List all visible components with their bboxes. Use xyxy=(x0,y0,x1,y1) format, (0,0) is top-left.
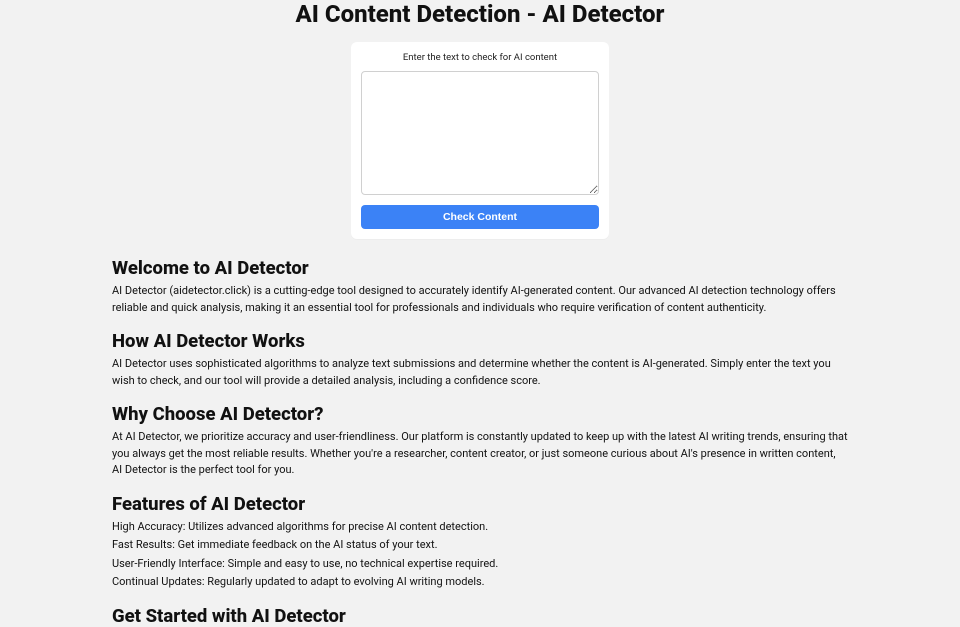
input-label: Enter the text to check for AI content xyxy=(361,52,599,63)
section-body-welcome: AI Detector (aidetector.click) is a cutt… xyxy=(112,283,848,316)
feature-line-4: Continual Updates: Regularly updated to … xyxy=(112,574,848,591)
page-title: AI Content Detection - AI Detector xyxy=(20,0,940,28)
section-heading-how: How AI Detector Works xyxy=(112,330,848,352)
section-body-why: At AI Detector, we prioritize accuracy a… xyxy=(112,429,848,479)
feature-line-2: Fast Results: Get immediate feedback on … xyxy=(112,537,848,554)
feature-line-1: High Accuracy: Utilizes advanced algorit… xyxy=(112,519,848,536)
section-heading-getstarted: Get Started with AI Detector xyxy=(112,605,848,627)
section-heading-welcome: Welcome to AI Detector xyxy=(112,257,848,279)
input-card: Enter the text to check for AI content C… xyxy=(351,42,609,239)
content-textarea[interactable] xyxy=(361,71,599,195)
section-heading-features: Features of AI Detector xyxy=(112,493,848,515)
check-content-button[interactable]: Check Content xyxy=(361,205,599,229)
feature-line-3: User-Friendly Interface: Simple and easy… xyxy=(112,556,848,573)
section-heading-why: Why Choose AI Detector? xyxy=(112,403,848,425)
content-area: Welcome to AI Detector AI Detector (aide… xyxy=(20,257,940,627)
section-body-how: AI Detector uses sophisticated algorithm… xyxy=(112,356,848,389)
